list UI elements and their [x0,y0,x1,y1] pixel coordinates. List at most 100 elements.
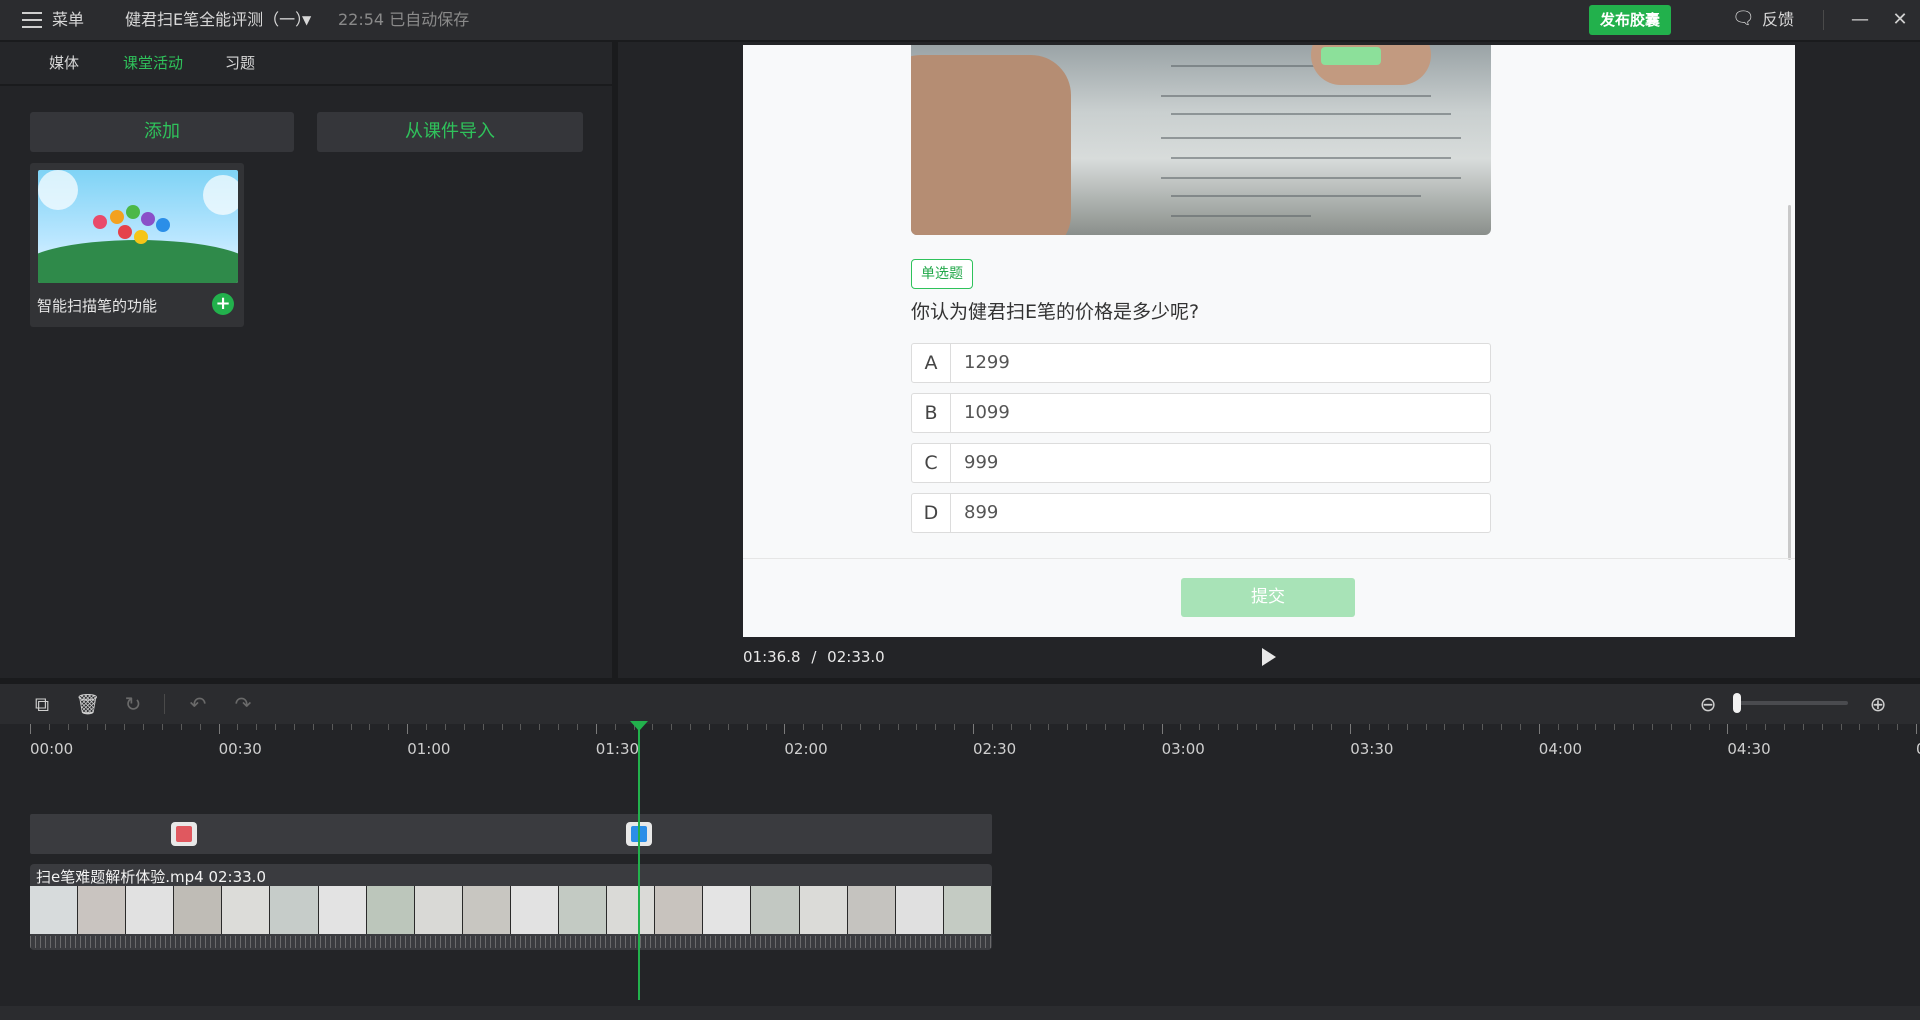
ruler-tick [1350,724,1351,734]
ruler-tick [313,724,314,730]
ruler-tick [1180,724,1181,730]
total-time: 02:33.0 [827,648,885,666]
close-icon[interactable]: ✕ [1888,8,1912,32]
undo-icon[interactable]: ↶ [186,692,210,716]
panel-divider[interactable] [612,42,618,678]
ruler-tick [1614,724,1615,730]
ruler-tick [332,724,333,730]
preview-pane: 单选题 你认为健君扫E笔的价格是多少呢? A 1299 B 1099 C 999… [743,45,1795,637]
feedback-label[interactable]: 反馈 [1762,10,1794,30]
ruler-tick [1030,724,1031,730]
timeline-scrollbar[interactable] [0,1006,1920,1020]
delete-icon[interactable]: 🗑 [75,692,100,716]
project-title[interactable]: 健君扫E笔全能评测（一） [125,10,311,30]
play-icon[interactable] [1262,648,1276,666]
zoom-in-icon[interactable]: ⊕ [1866,692,1890,716]
ruler-tick [1275,724,1276,730]
ruler-tick [1067,724,1068,730]
option-c[interactable]: C 999 [911,443,1491,483]
ruler-tick [784,724,785,734]
ruler-label: 03:30 [1350,740,1394,758]
ruler-label: 01:00 [407,740,451,758]
ruler-tick [407,724,408,734]
option-d[interactable]: D 899 [911,493,1491,533]
ruler-tick [1105,724,1106,730]
ruler-tick [105,724,106,730]
ruler-tick [558,724,559,730]
ruler-tick [256,724,257,730]
timeline-ruler[interactable]: 00:00 00:30 01:00 01:30 02:00 02:30 03:00 03:30… [0,724,1920,770]
tab-exercises[interactable]: 习题 [225,54,255,72]
option-b[interactable]: B 1099 [911,393,1491,433]
option-letter: B [912,394,951,432]
ruler-tick [1426,724,1427,730]
ruler-tick [1803,724,1804,730]
chevron-down-icon[interactable]: ▼ [302,10,311,30]
preview-scrollbar[interactable] [1788,205,1791,560]
top-bar: 菜单 健君扫E笔全能评测（一） ▼ 22:54 已自动保存 发布胶囊 🗨 反馈 … [0,0,1920,42]
ruler-tick [1558,724,1559,730]
import-from-courseware-button[interactable]: 从课件导入 [317,112,583,152]
question-image [911,45,1491,235]
audio-waveform [30,936,992,948]
ruler-tick [1463,724,1464,730]
activity-track[interactable] [30,814,992,854]
ruler-tick [1199,724,1200,730]
menu-label[interactable]: 菜单 [52,10,84,30]
activity-marker[interactable] [171,822,197,846]
redo-icon[interactable]: ↷ [231,692,255,716]
ruler-tick [502,724,503,730]
ruler-tick [1841,724,1842,730]
ruler-tick [1727,724,1728,734]
activity-thumbnail [38,170,238,283]
option-letter: C [912,444,951,482]
ruler-tick [747,724,748,730]
add-activity-icon[interactable]: + [212,293,234,315]
ruler-label: 03:00 [1161,740,1205,758]
menu-icon[interactable] [22,12,42,28]
activity-icon [176,826,192,842]
ruler-tick [596,724,597,734]
zoom-out-icon[interactable]: ⊖ [1696,692,1720,716]
ruler-tick [464,724,465,730]
option-value: 1099 [964,402,1010,423]
option-a[interactable]: A 1299 [911,343,1491,383]
publish-button[interactable]: 发布胶囊 [1589,5,1671,35]
tab-classroom-activity[interactable]: 课堂活动 [123,54,183,72]
feedback-icon[interactable]: 🗨 [1732,9,1755,29]
ruler-tick [1671,724,1672,730]
minimize-icon[interactable]: — [1848,8,1872,32]
tab-media[interactable]: 媒体 [49,54,79,72]
ruler-tick [1162,724,1163,734]
split-icon[interactable]: ⧉ [30,692,54,716]
ruler-tick [275,724,276,730]
submit-button[interactable]: 提交 [1181,578,1355,617]
zoom-slider[interactable] [1738,701,1848,705]
ruler-label: 02:30 [973,740,1017,758]
ruler-tick [898,724,899,730]
video-track[interactable]: 扫e笔难题解析体验.mp4 02:33.0 [30,864,992,950]
ruler-tick [1218,724,1219,730]
ruler-tick [68,724,69,730]
ruler-tick [294,724,295,730]
ruler-tick [615,724,616,730]
add-button[interactable]: 添加 [30,112,294,152]
ruler-tick [1294,724,1295,730]
ruler-tick [1765,724,1766,730]
ruler-tick [860,724,861,730]
ruler-tick [916,724,917,730]
divider [743,558,1795,559]
activity-card[interactable]: 智能扫描笔的功能 + [30,163,244,327]
ruler-tick [445,724,446,730]
ruler-tick [1709,724,1710,730]
zoom-slider-handle[interactable] [1733,693,1741,713]
ruler-tick [483,724,484,730]
ruler-tick [1331,724,1332,730]
ruler-tick [973,724,974,734]
playhead[interactable] [638,722,640,1000]
ruler-tick [426,724,427,730]
reset-icon[interactable]: ↻ [121,692,145,716]
question-type-badge: 单选题 [911,259,973,289]
ruler-tick [1878,724,1879,730]
ruler-tick [539,724,540,730]
